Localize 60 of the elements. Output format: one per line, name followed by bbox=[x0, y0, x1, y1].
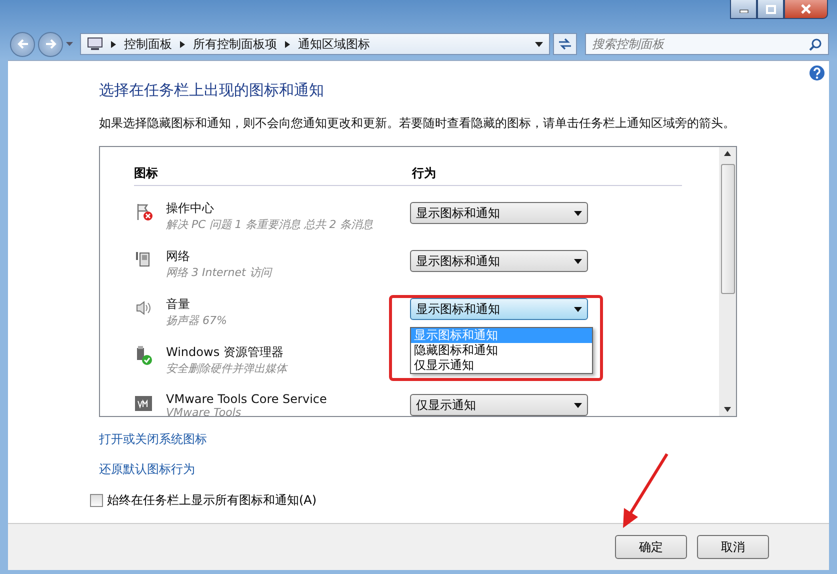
back-arrow-icon bbox=[16, 38, 30, 50]
dropdown-option[interactable]: 隐藏图标和通知 bbox=[411, 343, 592, 358]
item-description: 解决 PC 问题 1 条重要消息 总共 2 条消息 bbox=[166, 217, 374, 232]
refresh-arrows-icon bbox=[557, 37, 573, 51]
item-name: 音量 bbox=[166, 296, 191, 313]
usb-drive-icon bbox=[134, 346, 154, 366]
link[interactable]: 还原默认图标行为 bbox=[99, 461, 195, 478]
breadcrumb-item[interactable]: 控制面板 bbox=[124, 36, 172, 52]
item-name: 网络 bbox=[166, 248, 191, 265]
close-button[interactable] bbox=[784, 0, 828, 19]
item-name: Windows 资源管理器 bbox=[166, 344, 284, 361]
breadcrumb-item[interactable]: 所有控制面板项 bbox=[193, 36, 277, 52]
search-field[interactable]: 搜索控制面板 bbox=[585, 33, 829, 55]
chevron-icon bbox=[180, 40, 185, 48]
search-icon bbox=[809, 38, 822, 51]
vm-icon bbox=[134, 394, 154, 414]
item-description: 网络 3 Internet 访问 bbox=[166, 265, 274, 280]
caret-icon[interactable] bbox=[66, 42, 73, 46]
checkbox-label[interactable]: 始终在任务栏上显示所有图标和通知(A) bbox=[107, 492, 317, 509]
checkbox[interactable] bbox=[90, 494, 103, 507]
link[interactable]: 打开或关闭系统图标 bbox=[99, 431, 207, 448]
item-name: VMware Tools Core Service bbox=[166, 392, 328, 406]
scrollbar[interactable] bbox=[719, 147, 736, 416]
dropdown-caret-icon[interactable] bbox=[535, 42, 543, 46]
refresh-button[interactable] bbox=[553, 33, 577, 55]
column-header: 行为 bbox=[412, 165, 436, 182]
forward-arrow-icon bbox=[44, 38, 58, 50]
maximize-icon bbox=[766, 4, 776, 14]
behavior-dropdown[interactable]: 仅显示通知 bbox=[410, 394, 588, 416]
forward-button[interactable] bbox=[38, 32, 63, 56]
item-description: 安全删除硬件并弹出媒体 bbox=[166, 361, 289, 376]
caret-icon bbox=[574, 402, 582, 408]
column-header: 图标 bbox=[134, 165, 159, 182]
caret-icon bbox=[574, 258, 582, 264]
help-icon[interactable] bbox=[809, 65, 825, 81]
item-name: 操作中心 bbox=[166, 200, 215, 217]
caret-icon bbox=[574, 210, 582, 216]
scrollbar-thumb[interactable] bbox=[720, 164, 734, 294]
chevron-icon bbox=[285, 40, 290, 48]
maximize-button[interactable] bbox=[757, 0, 784, 19]
behavior-dropdown[interactable]: 显示图标和通知 bbox=[410, 298, 588, 320]
dialog-button[interactable]: 取消 bbox=[697, 535, 769, 559]
close-icon bbox=[800, 4, 812, 14]
dropdown-option[interactable]: 仅显示通知 bbox=[411, 358, 592, 373]
scroll-down-icon bbox=[724, 407, 731, 412]
minimize-button[interactable] bbox=[730, 0, 757, 19]
behavior-dropdown[interactable]: 显示图标和通知 bbox=[410, 202, 588, 224]
dialog-button[interactable]: 确定 bbox=[615, 535, 687, 559]
item-description: 扬声器 67% bbox=[166, 313, 228, 328]
scroll-up-icon bbox=[724, 151, 731, 156]
page-heading: 选择在任务栏上出现的图标和通知 bbox=[99, 81, 325, 100]
back-button[interactable] bbox=[10, 32, 35, 56]
description-text: 如果选择隐藏图标和通知，则不会向您通知更改和更新。若要随时查看隐藏的图标，请单击任务栏上通知区域旁的箭头。 bbox=[99, 115, 736, 132]
caret-icon bbox=[574, 306, 582, 312]
behavior-dropdown[interactable]: 显示图标和通知 bbox=[410, 250, 588, 272]
breadcrumb-item[interactable]: 通知区域图标 bbox=[298, 36, 370, 52]
chevron-icon bbox=[111, 40, 116, 48]
computer-icon bbox=[87, 37, 103, 51]
item-description: VMware Tools bbox=[166, 406, 242, 416]
address-bar[interactable]: 控制面板 所有控制面板项 通知区域图标 bbox=[80, 33, 550, 55]
